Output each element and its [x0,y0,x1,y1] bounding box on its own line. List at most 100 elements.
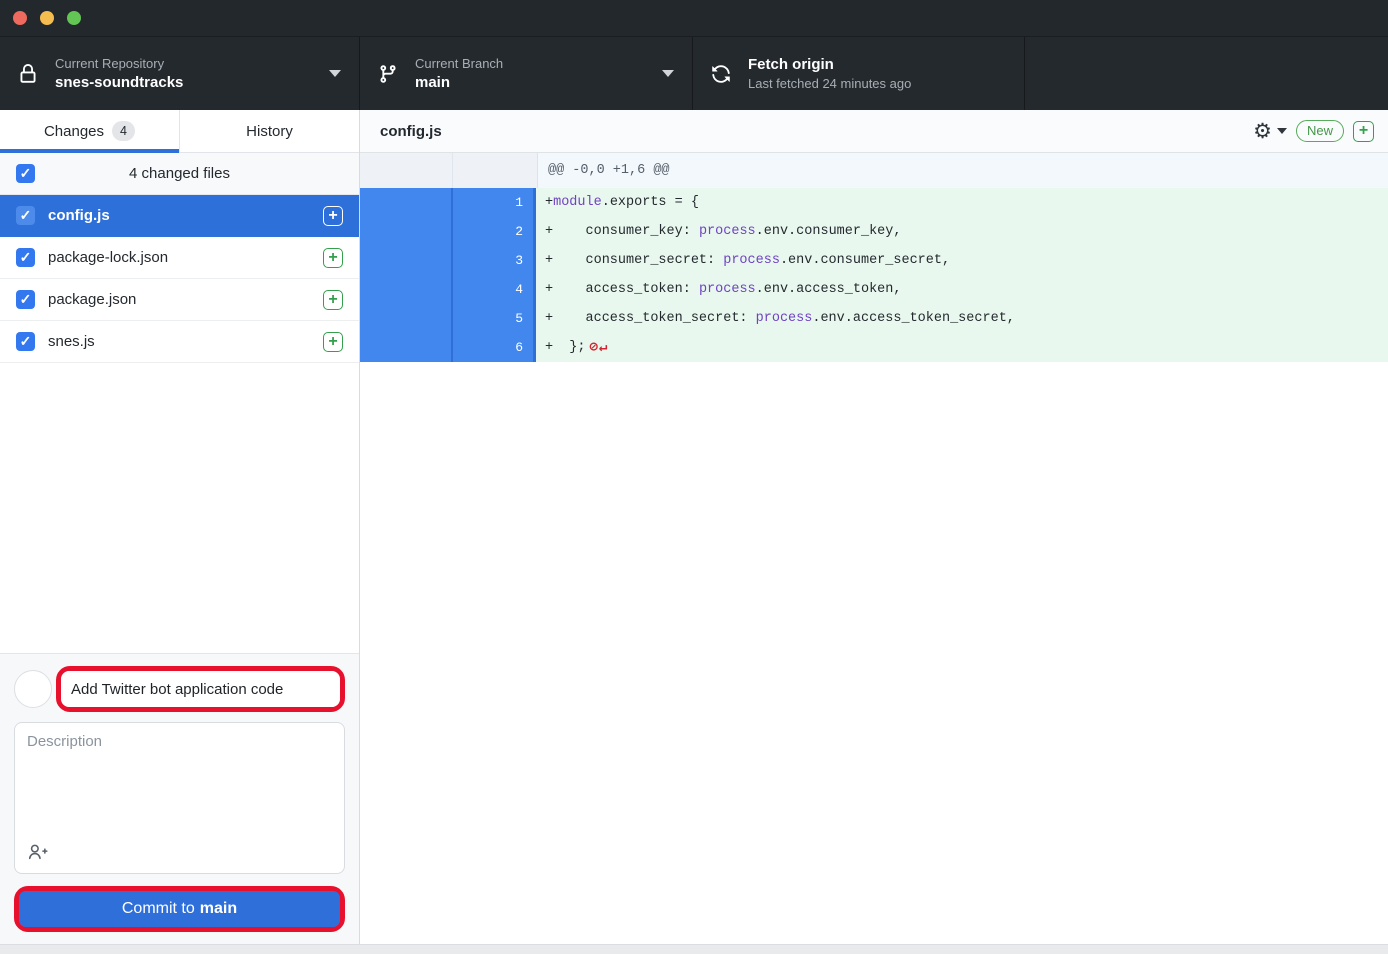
file-name: package-lock.json [48,249,323,266]
diff-line: 6+ };⊘↵ [360,333,1388,362]
tab-changes-label: Changes [44,123,104,140]
tab-changes[interactable]: Changes 4 [0,110,179,152]
file-row-snes-js[interactable]: snes.js [0,321,359,363]
commit-description-input[interactable]: Description [14,722,345,874]
diff-actions: ⚙ New [1253,120,1374,142]
chevron-down-icon [662,70,674,77]
tab-history-label: History [246,123,293,140]
fetch-origin-button[interactable]: Fetch origin Last fetched 24 minutes ago [693,37,1025,110]
diff-gutter-old-line-number[interactable] [360,275,453,304]
titlebar [0,0,1388,36]
diff-file-title: config.js [380,123,1253,140]
zoom-button[interactable] [67,11,81,25]
commit-button[interactable]: Commit to main [19,891,340,927]
file-name: config.js [48,207,323,224]
file-checkbox[interactable] [16,206,35,225]
sidebar-spacer [0,363,359,653]
diff-code-line: + access_token: process.env.access_token… [536,275,1388,304]
minimize-button[interactable] [40,11,54,25]
diff-line: 5+ access_token_secret: process.env.acce… [360,304,1388,333]
current-repository-dropdown[interactable]: Current Repository snes-soundtracks [0,37,360,110]
git-branch-icon [378,64,400,84]
close-button[interactable] [13,11,27,25]
commit-summary-row: Add Twitter bot application code [14,666,345,712]
commit-button-prefix: Commit to [122,900,195,918]
diff-line: 4+ access_token: process.env.access_toke… [360,275,1388,304]
diff-code-line: + consumer_secret: process.env.consumer_… [536,246,1388,275]
diff-code-line: + access_token_secret: process.env.acces… [536,304,1388,333]
file-checkbox[interactable] [16,332,35,351]
diff-gutter-new-line-number[interactable]: 3 [453,246,536,275]
diff-gutter-old-line-number[interactable] [360,333,453,362]
file-status-added-icon [323,248,343,268]
file-row-package-lock-json[interactable]: package-lock.json [0,237,359,279]
description-placeholder: Description [27,733,102,750]
fetch-origin-title: Fetch origin [748,56,1006,73]
avatar [14,670,52,708]
file-row-package-json[interactable]: package.json [0,279,359,321]
hunk-header-text: @@ -0,0 +1,6 @@ [538,153,1388,188]
current-repository-value: snes-soundtracks [55,74,321,91]
commit-summary-input[interactable]: Add Twitter bot application code [61,671,340,707]
toolbar: Current Repository snes-soundtracks Curr… [0,36,1388,110]
add-coauthor-icon[interactable] [27,843,51,863]
diff-gutter-new-line-number[interactable]: 2 [453,217,536,246]
main-content: Changes 4 History 4 changed files config… [0,110,1388,944]
changes-count-badge: 4 [112,121,135,141]
sidebar-tabs: Changes 4 History [0,110,359,153]
hunk-header-row: @@ -0,0 +1,6 @@ [360,153,1388,188]
gear-icon: ⚙ [1253,121,1272,142]
diff-gutter-old-line-number[interactable] [360,217,453,246]
file-checkbox[interactable] [16,290,35,309]
file-row-config-js[interactable]: config.js [0,195,359,237]
traffic-lights [13,11,81,25]
chevron-down-icon [1277,128,1287,134]
diff-gutter-old-line-number[interactable] [360,246,453,275]
lock-icon [18,64,40,84]
file-status-added-icon [323,332,343,352]
changed-files-summary: 4 changed files [0,165,359,182]
file-name: snes.js [48,333,323,350]
diff-line: 2+ consumer_key: process.env.consumer_ke… [360,217,1388,246]
commit-annotation-ring: Commit to main [14,886,345,932]
diff-gutter-new-line-number[interactable]: 5 [453,304,536,333]
diff-code-line: + };⊘↵ [536,333,1388,362]
chevron-down-icon [329,70,341,77]
diff-body: @@ -0,0 +1,6 @@ 1+module.exports = {2+ c… [360,153,1388,944]
diff-gutter-new-line-number[interactable]: 4 [453,275,536,304]
commit-button-branch: main [200,900,237,918]
sync-icon [711,64,733,84]
diff-code-line: + consumer_key: process.env.consumer_key… [536,217,1388,246]
current-repository-label: Current Repository [55,56,321,71]
current-branch-value: main [415,74,654,91]
new-file-badge: New [1296,120,1344,142]
sidebar: Changes 4 History 4 changed files config… [0,110,360,944]
diff-gutter-old-line-number[interactable] [360,188,453,217]
file-status-added-icon [323,206,343,226]
diff-line: 3+ consumer_secret: process.env.consumer… [360,246,1388,275]
changed-files-header: 4 changed files [0,153,359,195]
diff-lines: 1+module.exports = {2+ consumer_key: pro… [360,188,1388,362]
file-name: package.json [48,291,323,308]
current-branch-dropdown[interactable]: Current Branch main [360,37,693,110]
added-file-icon [1353,121,1374,142]
diff-header: config.js ⚙ New [360,110,1388,153]
fetch-origin-subtitle: Last fetched 24 minutes ago [748,76,1006,91]
diff-gutter-new-line-number[interactable]: 1 [453,188,536,217]
diff-options-dropdown[interactable]: ⚙ [1253,121,1287,142]
diff-line: 1+module.exports = { [360,188,1388,217]
window-bottom-edge [0,944,1388,954]
commit-form: Add Twitter bot application code Descrip… [0,653,359,944]
current-branch-label: Current Branch [415,56,654,71]
hunk-gutter-new [453,153,538,188]
diff-code-line: +module.exports = { [536,188,1388,217]
diff-pane: config.js ⚙ New @@ -0,0 +1,6 @@ 1+module… [360,110,1388,944]
diff-gutter-new-line-number[interactable]: 6 [453,333,536,362]
hunk-gutter-old [360,153,453,188]
file-status-added-icon [323,290,343,310]
tab-history[interactable]: History [179,110,359,152]
github-desktop-window: Current Repository snes-soundtracks Curr… [0,0,1388,954]
summary-annotation-ring: Add Twitter bot application code [56,666,345,712]
diff-gutter-old-line-number[interactable] [360,304,453,333]
file-checkbox[interactable] [16,248,35,267]
